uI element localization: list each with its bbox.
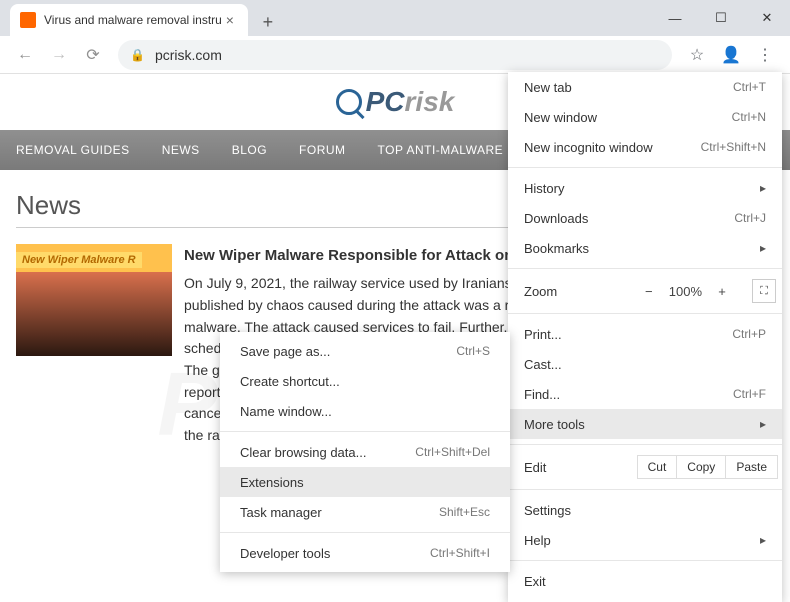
- magnifier-icon: [336, 89, 362, 115]
- submenu-save-page[interactable]: Save page as...Ctrl+S: [220, 336, 510, 366]
- logo-text-pc: PC: [366, 86, 405, 118]
- site-logo[interactable]: PCrisk: [336, 86, 455, 118]
- menu-separator: [508, 489, 782, 490]
- nav-blog[interactable]: BLOG: [232, 143, 267, 157]
- logo-text-risk: risk: [405, 86, 455, 118]
- chevron-right-icon: ▸: [760, 181, 766, 195]
- menu-find[interactable]: Find...Ctrl+F: [508, 379, 782, 409]
- edit-paste-button[interactable]: Paste: [725, 455, 778, 479]
- submenu-clear-data[interactable]: Clear browsing data...Ctrl+Shift+Del: [220, 437, 510, 467]
- chevron-right-icon: ▸: [760, 533, 766, 547]
- chevron-right-icon: ▸: [760, 417, 766, 431]
- close-window-button[interactable]: ✕: [744, 0, 790, 36]
- menu-cast[interactable]: Cast...: [508, 349, 782, 379]
- menu-incognito[interactable]: New incognito windowCtrl+Shift+N: [508, 132, 782, 162]
- browser-tab[interactable]: Virus and malware removal instru ×: [10, 4, 248, 36]
- zoom-in-button[interactable]: +: [710, 284, 734, 299]
- submenu-name-window[interactable]: Name window...: [220, 396, 510, 426]
- nav-forum[interactable]: FORUM: [299, 143, 346, 157]
- menu-new-tab[interactable]: New tabCtrl+T: [508, 72, 782, 102]
- menu-more-tools[interactable]: More tools▸: [508, 409, 782, 439]
- maximize-button[interactable]: ☐: [698, 0, 744, 36]
- nav-removal-guides[interactable]: REMOVAL GUIDES: [16, 143, 130, 157]
- menu-settings[interactable]: Settings: [508, 495, 782, 525]
- article-thumbnail[interactable]: New Wiper Malware R: [16, 244, 172, 356]
- forward-button[interactable]: →: [42, 40, 76, 70]
- menu-zoom: Zoom − 100% + ⛶: [508, 274, 782, 308]
- reload-button[interactable]: ⟳: [76, 40, 110, 70]
- thumbnail-caption: New Wiper Malware R: [16, 252, 142, 268]
- edit-cut-button[interactable]: Cut: [637, 455, 678, 479]
- more-tools-submenu: Save page as...Ctrl+S Create shortcut...…: [220, 332, 510, 572]
- menu-separator: [508, 444, 782, 445]
- chevron-right-icon: ▸: [760, 241, 766, 255]
- zoom-out-button[interactable]: −: [637, 284, 661, 299]
- chrome-menu-button[interactable]: ⋮: [748, 40, 782, 70]
- menu-separator: [508, 167, 782, 168]
- menu-exit[interactable]: Exit: [508, 566, 782, 596]
- menu-separator: [220, 532, 510, 533]
- nav-news[interactable]: NEWS: [162, 143, 200, 157]
- menu-print[interactable]: Print...Ctrl+P: [508, 319, 782, 349]
- menu-help[interactable]: Help▸: [508, 525, 782, 555]
- tab-title: Virus and malware removal instru: [44, 13, 222, 27]
- menu-separator: [220, 431, 510, 432]
- chrome-menu: New tabCtrl+T New windowCtrl+N New incog…: [508, 72, 782, 602]
- fullscreen-icon[interactable]: ⛶: [752, 279, 776, 303]
- favicon-icon: [20, 12, 36, 28]
- menu-separator: [508, 560, 782, 561]
- menu-bookmarks[interactable]: Bookmarks▸: [508, 233, 782, 263]
- profile-avatar-icon[interactable]: 👤: [714, 40, 748, 70]
- window-controls: — ☐ ✕: [652, 0, 790, 36]
- menu-history[interactable]: History▸: [508, 173, 782, 203]
- toolbar: ← → ⟳ 🔒 pcrisk.com ☆ 👤 ⋮: [0, 36, 790, 74]
- close-tab-icon[interactable]: ×: [222, 12, 238, 28]
- address-bar[interactable]: 🔒 pcrisk.com: [118, 40, 672, 70]
- lock-icon: 🔒: [130, 48, 145, 62]
- new-tab-button[interactable]: +: [254, 8, 282, 36]
- zoom-value: 100%: [669, 284, 702, 299]
- menu-separator: [508, 268, 782, 269]
- edit-copy-button[interactable]: Copy: [676, 455, 726, 479]
- bookmark-star-icon[interactable]: ☆: [680, 40, 714, 70]
- menu-separator: [508, 313, 782, 314]
- minimize-button[interactable]: —: [652, 0, 698, 36]
- menu-new-window[interactable]: New windowCtrl+N: [508, 102, 782, 132]
- submenu-developer-tools[interactable]: Developer toolsCtrl+Shift+I: [220, 538, 510, 568]
- menu-downloads[interactable]: DownloadsCtrl+J: [508, 203, 782, 233]
- url-text: pcrisk.com: [155, 47, 222, 63]
- submenu-task-manager[interactable]: Task managerShift+Esc: [220, 497, 510, 527]
- menu-edit: Edit Cut Copy Paste: [508, 450, 782, 484]
- submenu-create-shortcut[interactable]: Create shortcut...: [220, 366, 510, 396]
- back-button[interactable]: ←: [8, 40, 42, 70]
- submenu-extensions[interactable]: Extensions: [220, 467, 510, 497]
- nav-top-antimalware[interactable]: TOP ANTI-MALWARE: [378, 143, 504, 157]
- titlebar: Virus and malware removal instru × + — ☐…: [0, 0, 790, 36]
